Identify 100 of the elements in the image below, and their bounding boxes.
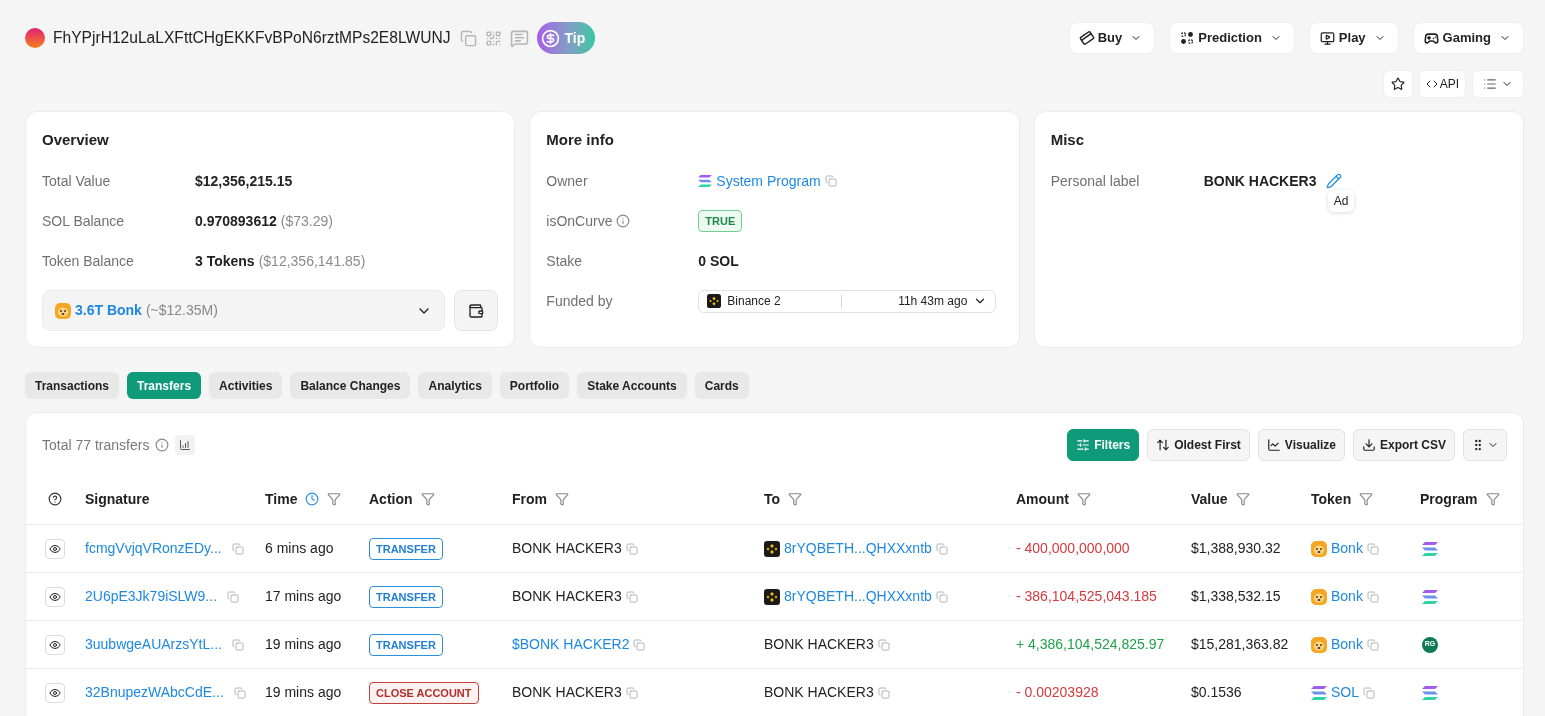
value-note: ($73.29) [280,211,333,231]
help-icon[interactable] [48,492,62,506]
address-text: BONK HACKER3 [764,635,874,654]
menu-button[interactable]: Buy [1068,22,1156,54]
menu-button[interactable]: Gaming [1412,22,1524,54]
total-count: Total 77 transfers [42,435,150,455]
view-button[interactable] [45,634,65,655]
toolbar-button[interactable]: Export CSV [1353,429,1455,461]
clock-icon[interactable] [305,492,320,506]
tab[interactable]: Stake Accounts [577,372,687,399]
field-value: 0.970893612 [195,211,277,231]
filter-icon[interactable] [1485,492,1500,506]
copy-icon[interactable] [877,686,890,699]
wallet-address: FhYPjrH12uLaLXFttCHgEKKFvBPoN6rztMPs2E8LWUNJ [53,28,451,49]
filter-icon[interactable] [1235,492,1250,506]
tab[interactable]: Transfers [127,372,202,399]
field-label: Total Value [42,173,111,189]
dots-icon [1180,31,1195,45]
value-text: $1,338,532.15 [1191,587,1282,606]
field-label: Stake [546,251,583,271]
copy-icon[interactable] [824,175,837,187]
pencil-icon[interactable] [1326,173,1343,189]
copy-icon[interactable] [625,590,638,603]
tab[interactable]: Activities [209,372,283,399]
copy-icon[interactable] [231,542,244,555]
tab[interactable]: Portfolio [499,372,570,399]
copy-icon[interactable] [227,590,240,603]
eye-icon [49,590,61,603]
copy-icon[interactable] [231,638,244,651]
field-value: 3 Tokens [195,251,255,271]
sort-arrows-icon [1156,438,1171,452]
code-icon [1425,78,1438,90]
info-icon[interactable] [155,438,170,452]
filter-icon[interactable] [327,492,342,506]
signature-link[interactable]: 32BnupezWAbcCdE... [85,682,224,703]
tab[interactable]: Transactions [25,372,120,399]
view-button[interactable] [45,586,65,607]
token-link[interactable]: Bonk [1331,634,1363,655]
filter-icon[interactable] [420,492,435,506]
copy-icon[interactable] [935,542,948,555]
filter-icon[interactable] [788,492,803,506]
copy-icon[interactable] [460,29,478,47]
stripes-logo-icon [698,175,713,187]
copy-icon[interactable] [1366,542,1379,555]
copy-icon[interactable] [1366,638,1379,651]
copy-icon[interactable] [1363,686,1375,699]
menu-button[interactable]: Play [1308,22,1399,54]
toolbar-button[interactable]: Filters [1067,429,1140,461]
list-menu-button[interactable] [1472,70,1524,98]
address-text: BONK HACKER3 [512,683,622,702]
field-value: 0 SOL [698,251,739,271]
owner-link[interactable]: System Program [716,170,821,192]
address-link[interactable]: $BONK HACKER2 [512,634,630,655]
copy-icon[interactable] [1366,590,1379,603]
comment-icon[interactable] [510,28,530,48]
token-link[interactable]: SOL [1331,682,1359,703]
signature-link[interactable]: 3uubwgeAUArzsYtL... [85,634,222,655]
field-label: Owner [546,171,588,191]
signature-link[interactable]: 2U6pE3Jk79iSLW9... [85,586,218,607]
chart-icon[interactable] [175,435,196,455]
face-token-icon [1311,636,1327,653]
wallet-button[interactable] [454,290,499,331]
amount-text: - 0.00203928 [1016,683,1100,702]
qr-code-icon[interactable] [485,29,503,47]
copy-icon[interactable] [625,542,638,555]
address-link[interactable]: 8rYQBETH...QHXXxntb [784,586,932,607]
filter-icon[interactable] [555,492,569,506]
copy-icon[interactable] [935,590,948,603]
signature-link[interactable]: fcmgVvjqVRonzEDy... [85,538,222,559]
filter-icon[interactable] [1359,492,1374,506]
tab[interactable]: Analytics [418,372,492,399]
copy-icon[interactable] [233,686,246,699]
address-text: BONK HACKER3 [764,683,874,702]
tab[interactable]: Cards [694,372,749,399]
filter-icon[interactable] [1076,492,1091,506]
menu-button[interactable]: Prediction [1169,22,1295,54]
token-link[interactable]: Bonk [1331,586,1363,607]
funder-select[interactable]: Binance 2 11h 43m ago [698,289,997,313]
favorite-button[interactable] [1382,70,1413,98]
value-text: $0.1536 [1191,683,1243,702]
column-header: To [764,489,781,509]
view-button[interactable] [45,538,65,559]
diamond-logo-icon [707,294,722,308]
time-text: 17 mins ago [265,587,343,606]
api-button[interactable]: API [1418,70,1466,98]
more-menu-button[interactable] [1463,429,1507,461]
amount-text: - 386,104,525,043.185 [1016,587,1158,606]
column-header: Amount [1016,489,1069,509]
copy-icon[interactable] [633,638,646,651]
copy-icon[interactable] [625,686,638,699]
address-link[interactable]: 8rYQBETH...QHXXxntb [784,538,932,559]
info-icon[interactable] [616,214,631,228]
view-button[interactable] [45,682,65,703]
toolbar-button[interactable]: Oldest First [1147,429,1250,461]
column-header: Value [1191,489,1228,509]
copy-icon[interactable] [877,638,890,651]
toolbar-button[interactable]: Visualize [1257,429,1345,461]
token-link[interactable]: Bonk [1331,538,1363,559]
action-badge: TRANSFER [369,537,443,560]
tab[interactable]: Balance Changes [290,372,411,399]
